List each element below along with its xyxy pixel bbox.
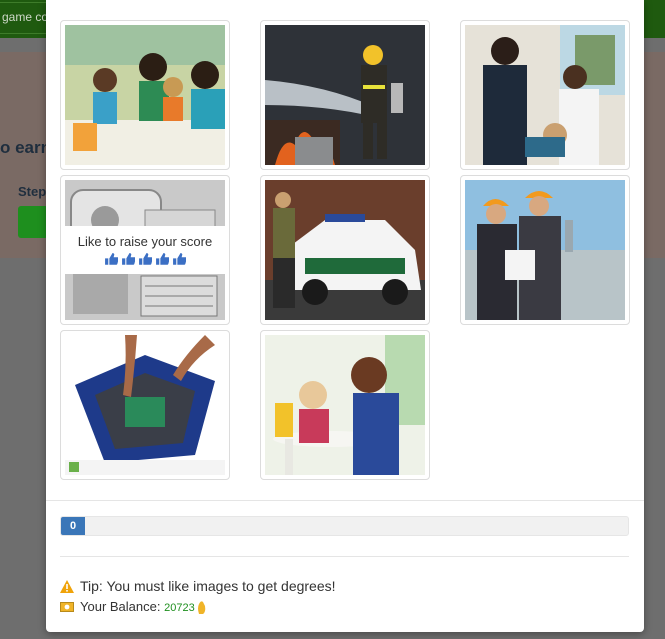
tip-text: Tip: You must like images to get degrees… [80,578,336,594]
image-tile-engineers[interactable] [460,175,630,325]
section-divider [60,556,629,557]
image-tile-sheriff-car[interactable] [260,175,430,325]
image-tile-mother-child-drawing[interactable] [260,330,430,480]
warning-icon [60,580,74,593]
background-green-button[interactable] [18,206,48,238]
image-tile-firefighter[interactable] [260,20,430,170]
sheriff-car-image [265,180,425,320]
like-overlay-text: Like to raise your score [77,234,213,249]
dentist-image [465,25,625,165]
image-grid: Like to raise your score [60,0,632,482]
thumbs-up-icon[interactable] [155,253,170,265]
image-tile-computer-repair[interactable] [60,330,230,480]
image-tile-mri-scanner[interactable]: Like to raise your score [60,175,230,325]
teacher-with-children-image [65,25,225,165]
thumbs-up-icon[interactable] [121,253,136,265]
thumbs-up-icon[interactable] [138,253,153,265]
background-heading: o earn [0,138,52,157]
balance-label: Your Balance: [80,599,161,614]
image-tile-dentist[interactable] [460,20,630,170]
like-images-modal: Like to raise your score 0 Tip: You must… [46,0,644,632]
thumbs-up-icon[interactable] [172,253,187,265]
firefighter-image [265,25,425,165]
progress-label: 0 [69,520,77,532]
balance-value: 20723 [164,602,195,614]
modal-divider [46,500,644,501]
tip-message: Tip: You must like images to get degrees… [60,578,336,594]
score-progress-bar: 0 [60,516,629,536]
mother-child-drawing-image [265,335,425,475]
image-tile-teacher-with-children[interactable] [60,20,230,170]
engineers-image [465,180,625,320]
thumbs-up-icon[interactable] [104,253,119,265]
thumbs-up-row[interactable] [61,253,229,268]
like-overlay[interactable]: Like to raise your score [61,226,229,274]
background-step-label: Step [18,184,47,199]
computer-repair-image [65,335,225,475]
money-icon [60,602,74,612]
coin-icon [197,601,205,614]
balance-line: Your Balance: 20723 [60,599,206,614]
